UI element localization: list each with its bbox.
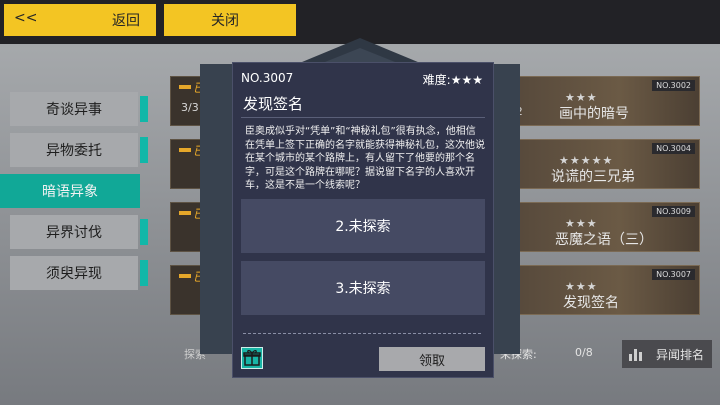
divider — [241, 117, 485, 118]
menu-item-label: 异物委托 — [46, 143, 102, 159]
menu-item-label: 须臾异现 — [46, 266, 102, 282]
menu-item-marker — [140, 260, 148, 286]
gift-glyph — [243, 350, 261, 366]
quest-card[interactable]: NO.3004 ★★★★★ 说谎的三兄弟 — [500, 139, 700, 189]
difficulty-label: 难度: — [422, 73, 451, 87]
menu-item-label: 奇谈异事 — [46, 102, 102, 118]
quest-title: 画中的暗号 — [559, 106, 629, 122]
difficulty-stars: ★★★ — [450, 73, 483, 87]
menu-item-label: 暗语异象 — [42, 184, 98, 200]
menu-item-marker — [140, 219, 148, 245]
menu-item-xuyu[interactable]: 须臾异现 — [10, 256, 148, 290]
back-button[interactable]: << 返回 — [4, 4, 156, 36]
quest-card[interactable]: NO.3007 ★★★ 发现签名 — [500, 265, 700, 315]
quest-number: NO.3002 — [652, 80, 695, 91]
quest-number: NO.3009 — [652, 206, 695, 217]
unexplored-count: 0/8 — [575, 346, 593, 359]
status-marker — [179, 211, 191, 215]
close-label: 关闭 — [211, 13, 239, 29]
menu-item-anyu[interactable]: 暗语异象 — [0, 174, 140, 208]
modal-title: 发现签名 — [243, 95, 304, 113]
menu-item-marker — [140, 137, 148, 163]
status-marker — [179, 274, 191, 278]
claim-button[interactable]: 领取 — [379, 347, 485, 371]
back-arrow-icon: << — [14, 10, 38, 26]
quest-detail-modal: NO.3007 难度:★★★ 发现签名 臣奥成似乎对“凭单”和“神秘礼包”很有执… — [232, 62, 494, 378]
modal-difficulty: 难度:★★★ — [423, 71, 483, 88]
quest-number: NO.3004 — [652, 143, 695, 154]
dashed-divider — [243, 333, 481, 334]
menu-item-marker — [140, 96, 148, 122]
quest-card[interactable]: NO.3009 ★★★ 恶魔之语（三） — [500, 202, 700, 252]
progress-count: 3/3 — [181, 101, 199, 114]
quest-number: NO.3007 — [652, 269, 695, 280]
quest-card[interactable]: 成 NO.3002 ★★★ 画中的暗号 2/2 — [500, 76, 700, 126]
status-marker — [179, 85, 191, 89]
modal-quest-number: NO.3007 — [241, 71, 294, 85]
quest-title: 说谎的三兄弟 — [551, 169, 635, 185]
clue-option-3[interactable]: 3.未探索 — [241, 261, 485, 315]
gift-icon[interactable] — [241, 347, 263, 369]
close-button[interactable]: 关闭 — [164, 4, 296, 36]
bar-chart-icon — [629, 349, 642, 361]
ranking-button[interactable]: 异闻排名 — [622, 340, 712, 368]
modal-description: 臣奥成似乎对“凭单”和“神秘礼包”很有执念，他相信在凭单上签下正确的名字就能获得… — [245, 126, 485, 191]
clue-option-2[interactable]: 2.未探索 — [241, 199, 485, 253]
back-label: 返回 — [112, 13, 140, 29]
quest-title: 恶魔之语（三） — [555, 232, 653, 248]
menu-item-qitan[interactable]: 奇谈异事 — [10, 92, 148, 126]
status-marker — [179, 148, 191, 152]
menu-item-yijie[interactable]: 异界讨伐 — [10, 215, 148, 249]
ranking-label: 异闻排名 — [655, 347, 704, 362]
game-scene: << 返回 关闭 奇谈异事 异物委托 暗语异象 异界讨伐 须臾异现 已完成 3/… — [0, 0, 720, 405]
menu-item-label: 异界讨伐 — [46, 225, 102, 241]
quest-title: 发现签名 — [563, 295, 619, 311]
menu-item-yiwu[interactable]: 异物委托 — [10, 133, 148, 167]
